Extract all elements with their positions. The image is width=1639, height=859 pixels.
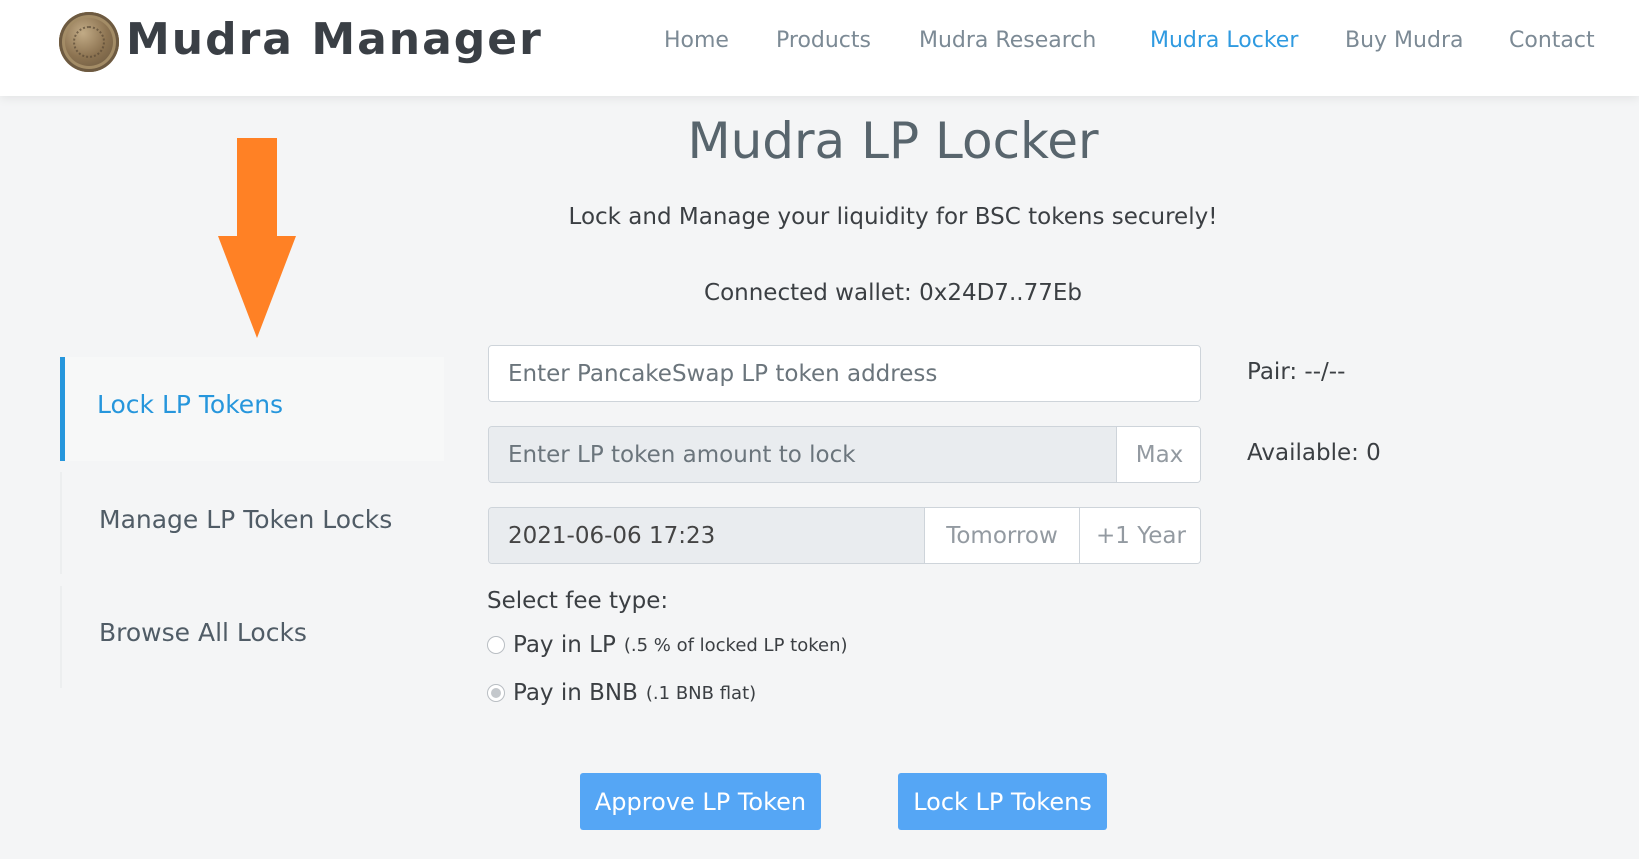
nav-products[interactable]: Products: [776, 28, 871, 53]
fee-bnb-label: Pay in BNB: [513, 680, 638, 706]
nav-buy-mudra[interactable]: Buy Mudra: [1345, 28, 1463, 53]
lp-address-input[interactable]: [489, 346, 1200, 401]
fee-lp-note: (.5 % of locked LP token): [623, 634, 848, 656]
fee-type-label: Select fee type:: [487, 588, 669, 614]
nav-home[interactable]: Home: [664, 28, 729, 53]
connected-wallet: Connected wallet: 0x24D7..77Eb: [704, 280, 1082, 306]
sidebar-item-browse-all-locks[interactable]: Browse All Locks: [60, 586, 444, 688]
sidebar-item-manage-lp-token-locks[interactable]: Manage LP Token Locks: [60, 472, 444, 574]
tomorrow-button[interactable]: Tomorrow: [924, 508, 1079, 563]
arrow-down-icon: [218, 138, 296, 338]
approve-lp-token-button[interactable]: Approve LP Token: [580, 773, 821, 830]
nav-mudra-research[interactable]: Mudra Research: [919, 28, 1096, 53]
sidebar-item-label: Manage LP Token Locks: [99, 505, 393, 534]
sidebar-item-lock-lp-tokens[interactable]: Lock LP Tokens: [60, 357, 444, 461]
plus-one-year-button[interactable]: +1 Year: [1079, 508, 1200, 563]
fee-bnb-note: (.1 BNB flat): [645, 682, 757, 704]
lock-lp-tokens-button[interactable]: Lock LP Tokens: [898, 773, 1107, 830]
lp-amount-input[interactable]: [489, 427, 1116, 482]
top-navbar: Mudra Manager Home Products Mudra Resear…: [0, 0, 1639, 96]
page-subtitle: Lock and Manage your liquidity for BSC t…: [568, 204, 1218, 230]
fee-option-lp[interactable]: Pay in LP (.5 % of locked LP token): [487, 632, 848, 658]
page-title: Mudra LP Locker: [687, 112, 1099, 170]
unlock-date-input[interactable]: [489, 508, 924, 563]
unlock-date-group: Tomorrow +1 Year: [488, 507, 1201, 564]
fee-bnb-radio[interactable]: [487, 684, 505, 702]
lp-amount-group: Max: [488, 426, 1201, 483]
coin-logo-icon[interactable]: [59, 12, 119, 72]
lp-address-group: [488, 345, 1201, 402]
sidebar-item-label: Lock LP Tokens: [97, 390, 284, 419]
brand-name[interactable]: Mudra Manager: [126, 14, 543, 65]
nav-contact[interactable]: Contact: [1509, 28, 1595, 53]
max-button[interactable]: Max: [1116, 427, 1200, 482]
sidebar-item-label: Browse All Locks: [99, 618, 307, 647]
nav-mudra-locker[interactable]: Mudra Locker: [1150, 28, 1298, 53]
fee-lp-label: Pay in LP: [513, 632, 616, 658]
fee-option-bnb[interactable]: Pay in BNB (.1 BNB flat): [487, 680, 756, 706]
pair-label: Pair: --/--: [1247, 359, 1346, 385]
fee-lp-radio[interactable]: [487, 636, 505, 654]
available-label: Available: 0: [1247, 440, 1381, 466]
